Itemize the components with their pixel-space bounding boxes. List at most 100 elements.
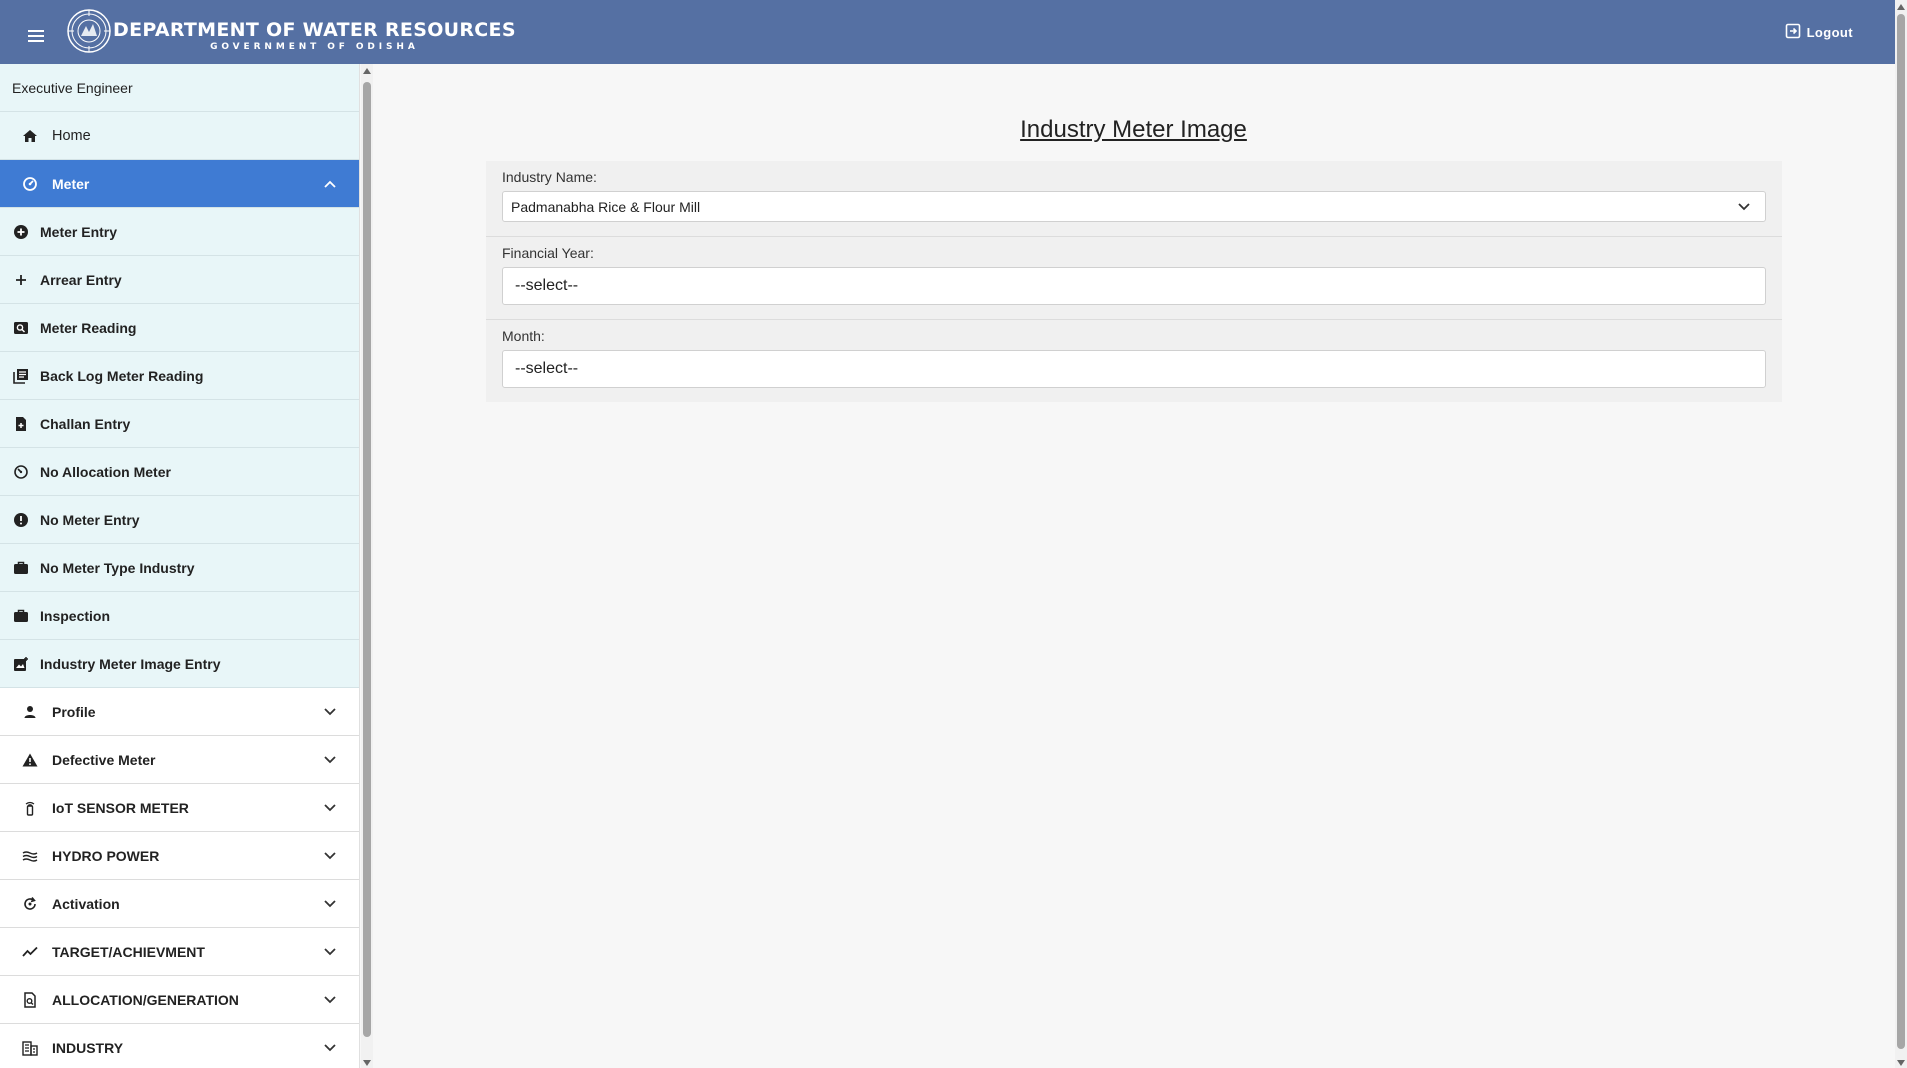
chevron-down-icon bbox=[323, 705, 337, 719]
sidebar-item-industry-meter-image-entry[interactable]: Industry Meter Image Entry bbox=[0, 640, 359, 688]
sidebar-item-label: Meter Entry bbox=[40, 223, 118, 240]
home-icon bbox=[22, 128, 38, 144]
building-icon bbox=[22, 1040, 38, 1056]
menu-icon[interactable] bbox=[22, 22, 50, 50]
brand-title: DEPARTMENT OF WATER RESOURCES bbox=[113, 19, 516, 41]
financial-year-select[interactable]: --select-- bbox=[502, 267, 1766, 305]
sidebar-item-backlog-meter-reading[interactable]: Back Log Meter Reading bbox=[0, 352, 359, 400]
sidebar-item-label: No Meter Entry bbox=[40, 511, 140, 528]
brand: DEPARTMENT OF WATER RESOURCES GOVERNMENT… bbox=[113, 19, 516, 53]
sidebar-item-no-allocation-meter[interactable]: No Allocation Meter bbox=[0, 448, 359, 496]
sidebar-scrollbar[interactable] bbox=[361, 64, 373, 1068]
industry-select[interactable]: Padmanabha Rice & Flour Mill bbox=[502, 191, 1766, 222]
refresh-icon bbox=[22, 896, 38, 912]
add-photo-icon bbox=[13, 656, 29, 672]
chevron-up-icon bbox=[323, 177, 337, 191]
sidebar-item-label: Arrear Entry bbox=[40, 271, 122, 288]
sidebar-item-label: TARGET/ACHIEVMENT bbox=[52, 943, 205, 960]
financial-year-label: Financial Year: bbox=[502, 245, 594, 261]
sidebar-item-label: Back Log Meter Reading bbox=[40, 367, 204, 384]
briefcase-icon bbox=[13, 560, 29, 576]
chevron-down-icon bbox=[323, 753, 337, 767]
person-icon bbox=[22, 704, 38, 720]
sidebar-item-challan-entry[interactable]: Challan Entry bbox=[0, 400, 359, 448]
sidebar-item-label: Inspection bbox=[40, 607, 111, 624]
sidebar-item-defective-meter[interactable]: Defective Meter bbox=[0, 736, 359, 784]
sidebar-item-allocation-generation[interactable]: ALLOCATION/GENERATION bbox=[0, 976, 359, 1024]
document-add-icon bbox=[13, 416, 29, 432]
meter-image-form: Industry Name: Padmanabha Rice & Flour M… bbox=[486, 161, 1782, 402]
chevron-down-icon bbox=[323, 945, 337, 959]
industry-label: Industry Name: bbox=[502, 169, 597, 185]
sidebar-item-iot-sensor-meter[interactable]: IoT SENSOR METER bbox=[0, 784, 359, 832]
sidebar-item-label: Home bbox=[52, 127, 91, 144]
plus-icon bbox=[13, 272, 29, 288]
chevron-down-icon bbox=[323, 1041, 337, 1055]
sidebar-item-industry[interactable]: INDUSTRY bbox=[0, 1024, 359, 1068]
sidebar-item-label: Defective Meter bbox=[52, 751, 156, 768]
chevron-down-icon bbox=[323, 801, 337, 815]
sidebar-item-label: Meter bbox=[52, 175, 90, 192]
sidebar: Executive Engineer Home Meter Meter Entr… bbox=[0, 64, 360, 1068]
scroll-up-arrow-icon[interactable] bbox=[1897, 4, 1905, 10]
sidebar-item-hydro-power[interactable]: HYDRO POWER bbox=[0, 832, 359, 880]
document-search-icon bbox=[22, 991, 38, 1008]
app-header: DEPARTMENT OF WATER RESOURCES GOVERNMENT… bbox=[0, 0, 1895, 64]
page-title: Industry Meter Image bbox=[1020, 116, 1247, 143]
exclamation-circle-icon bbox=[13, 512, 29, 528]
warning-icon bbox=[22, 752, 38, 768]
sidebar-item-inspection[interactable]: Inspection bbox=[0, 592, 359, 640]
sidebar-item-profile[interactable]: Profile bbox=[0, 688, 359, 736]
sidebar-item-label: No Allocation Meter bbox=[40, 463, 171, 480]
brand-subtitle: GOVERNMENT OF ODISHA bbox=[210, 42, 419, 52]
sidebar-item-label: Profile bbox=[52, 703, 96, 720]
chevron-down-icon bbox=[1737, 200, 1751, 214]
sidebar-item-label: Meter Reading bbox=[40, 319, 137, 336]
industry-row: Industry Name: Padmanabha Rice & Flour M… bbox=[486, 161, 1782, 237]
month-selected-value: --select-- bbox=[515, 360, 579, 377]
sidebar-item-label: Challan Entry bbox=[40, 415, 131, 432]
odisha-emblem-logo bbox=[66, 8, 112, 54]
sidebar-item-meter[interactable]: Meter bbox=[0, 160, 359, 208]
sidebar-item-label: ALLOCATION/GENERATION bbox=[52, 991, 239, 1008]
month-row: Month: --select-- bbox=[486, 320, 1782, 402]
logout-label: Logout bbox=[1806, 25, 1853, 40]
search-reading-icon bbox=[13, 320, 29, 336]
sidebar-scroll-thumb[interactable] bbox=[363, 82, 371, 1037]
sidebar-item-label: Activation bbox=[52, 895, 120, 912]
page-scrollbar[interactable] bbox=[1895, 0, 1907, 1068]
sidebar-item-no-meter-type-industry[interactable]: No Meter Type Industry bbox=[0, 544, 359, 592]
chevron-down-icon bbox=[323, 993, 337, 1007]
logout-icon bbox=[1785, 23, 1801, 42]
sidebar-item-target-achievement[interactable]: TARGET/ACHIEVMENT bbox=[0, 928, 359, 976]
sidebar-item-label: No Meter Type Industry bbox=[40, 559, 195, 576]
meter-icon bbox=[22, 176, 38, 192]
month-label: Month: bbox=[502, 328, 545, 344]
user-role: Executive Engineer bbox=[0, 64, 359, 112]
sidebar-item-activation[interactable]: Activation bbox=[0, 880, 359, 928]
sidebar-item-label: HYDRO POWER bbox=[52, 847, 160, 864]
industry-selected-value: Padmanabha Rice & Flour Mill bbox=[511, 198, 701, 215]
library-books-icon bbox=[13, 368, 29, 384]
sidebar-item-label: Industry Meter Image Entry bbox=[40, 655, 221, 672]
sidebar-item-no-meter-entry[interactable]: No Meter Entry bbox=[0, 496, 359, 544]
sidebar-item-home[interactable]: Home bbox=[0, 112, 359, 160]
logout-button[interactable]: Logout bbox=[1785, 23, 1853, 42]
sidebar-item-label: IoT SENSOR METER bbox=[52, 799, 189, 816]
financial-year-selected-value: --select-- bbox=[515, 277, 579, 294]
scroll-up-arrow-icon[interactable] bbox=[363, 68, 371, 74]
scroll-down-arrow-icon[interactable] bbox=[363, 1060, 371, 1066]
trending-icon bbox=[22, 944, 38, 960]
scroll-down-arrow-icon[interactable] bbox=[1897, 1060, 1905, 1066]
page-scroll-thumb[interactable] bbox=[1897, 14, 1905, 1049]
sidebar-item-meter-reading[interactable]: Meter Reading bbox=[0, 304, 359, 352]
waves-icon bbox=[22, 848, 38, 864]
month-select[interactable]: --select-- bbox=[502, 350, 1766, 388]
sensor-icon bbox=[22, 800, 38, 816]
meter-off-icon bbox=[13, 464, 29, 480]
chevron-down-icon bbox=[323, 849, 337, 863]
plus-circle-icon bbox=[13, 224, 29, 240]
sidebar-item-meter-entry[interactable]: Meter Entry bbox=[0, 208, 359, 256]
sidebar-item-arrear-entry[interactable]: Arrear Entry bbox=[0, 256, 359, 304]
sidebar-item-label: INDUSTRY bbox=[52, 1039, 124, 1056]
